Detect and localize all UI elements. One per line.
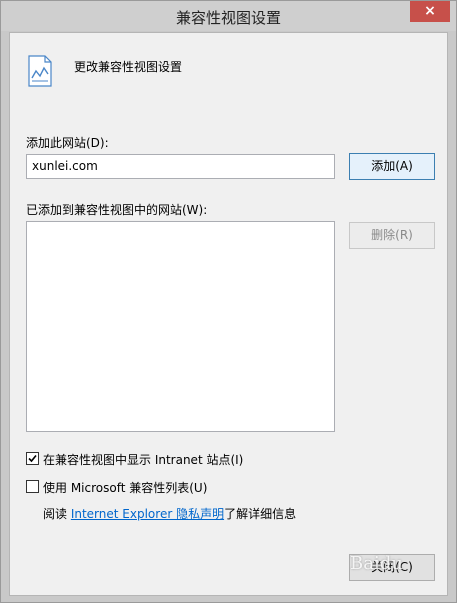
site-list[interactable]	[26, 221, 335, 432]
privacy-suffix: 了解详细信息	[224, 507, 297, 521]
window-close-button[interactable]: ×	[410, 1, 450, 22]
add-site-input[interactable]: xunlei.com	[26, 154, 335, 179]
microsoft-list-checkbox[interactable]	[26, 480, 39, 493]
document-chart-icon	[28, 55, 52, 87]
dialog-heading: 更改兼容性视图设置	[74, 60, 183, 74]
add-button[interactable]: 添加(A)	[349, 153, 435, 180]
compat-view-dialog: 兼容性视图设置 × 更改兼容性视图设置 添加此网站(D): xunlei.com…	[0, 0, 457, 603]
privacy-prefix: 阅读	[43, 507, 71, 521]
privacy-link[interactable]: Internet Explorer 隐私声明	[71, 507, 224, 521]
privacy-row: 阅读 Internet Explorer 隐私声明了解详细信息	[43, 505, 296, 522]
checkmark-icon	[28, 454, 37, 463]
microsoft-list-label[interactable]: 使用 Microsoft 兼容性列表(U)	[43, 479, 207, 496]
dialog-body: 更改兼容性视图设置 添加此网站(D): xunlei.com 添加(A) 已添加…	[9, 32, 448, 596]
remove-button[interactable]: 删除(R)	[349, 222, 435, 249]
window-title: 兼容性视图设置	[175, 9, 281, 27]
intranet-label[interactable]: 在兼容性视图中显示 Intranet 站点(I)	[43, 451, 243, 468]
watermark: Baidu	[350, 553, 403, 574]
title-bar[interactable]: 兼容性视图设置 ×	[1, 1, 456, 31]
site-list-label: 已添加到兼容性视图中的网站(W):	[26, 203, 208, 217]
add-site-label: 添加此网站(D):	[26, 136, 109, 150]
intranet-checkbox[interactable]	[26, 452, 39, 465]
